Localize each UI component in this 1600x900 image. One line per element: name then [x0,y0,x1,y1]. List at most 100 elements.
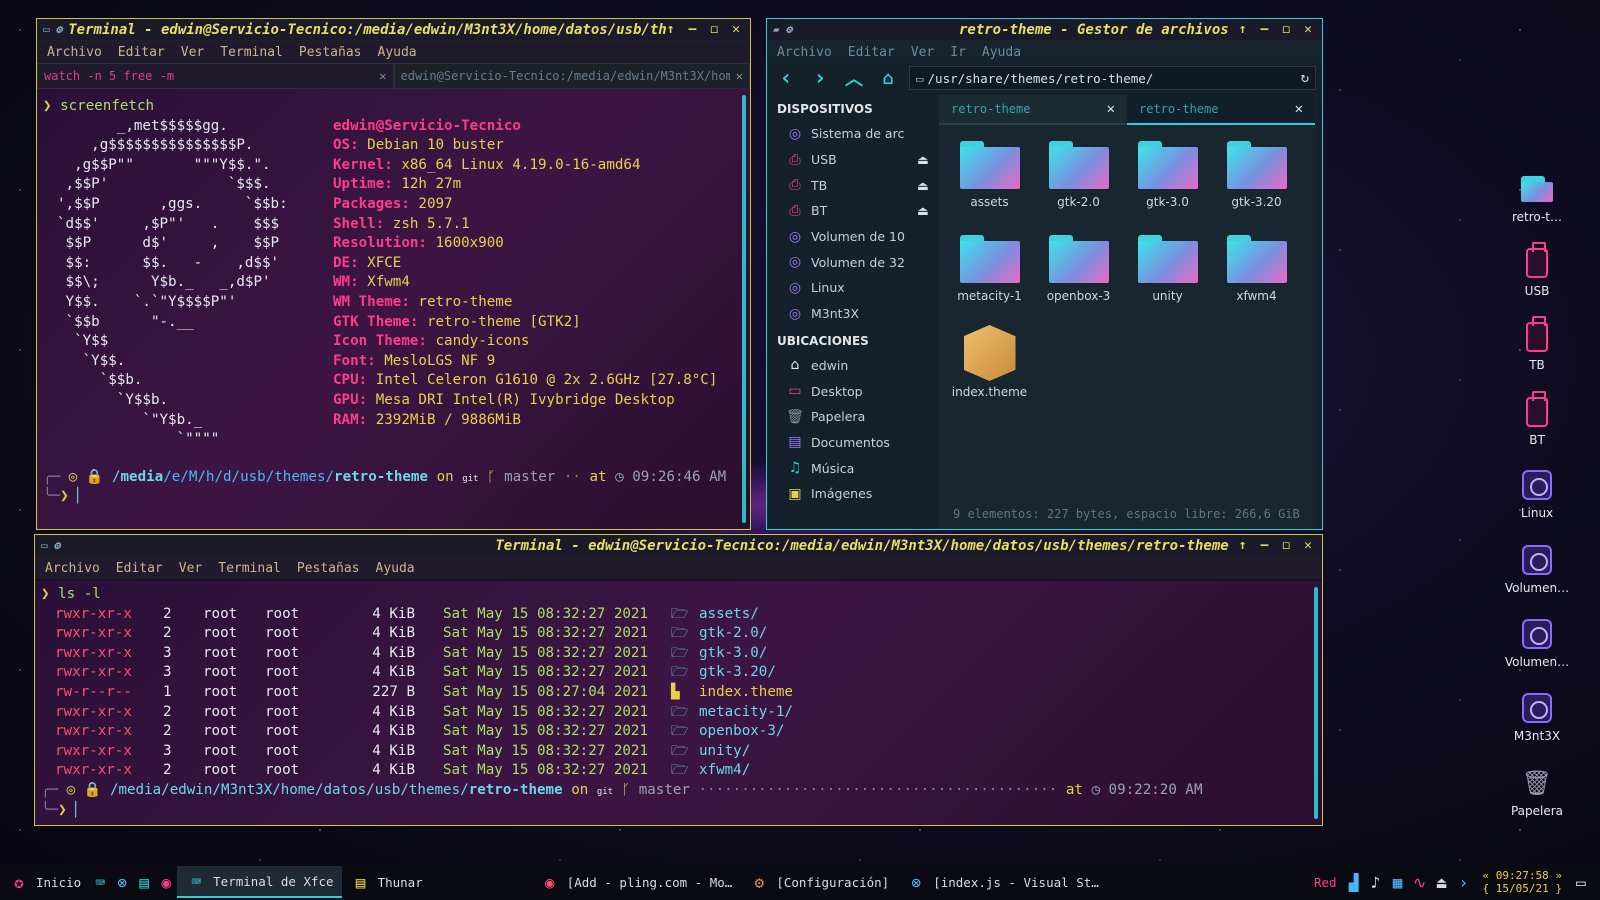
menu-item[interactable]: Ver [911,45,934,60]
menu-item[interactable]: Pestañas [299,45,362,60]
back-icon[interactable]: ‹ [773,66,799,91]
expand-tray-icon[interactable]: › [1453,871,1475,893]
folder-item[interactable]: metacity-1 [945,229,1034,313]
scrollbar[interactable] [742,95,746,523]
maximize-icon[interactable]: ◻ [1282,538,1290,553]
menu-item[interactable]: Archivo [45,561,100,576]
shade-icon[interactable]: ↑ [1239,538,1247,553]
sidebar-device[interactable]: ⎙ USB ⏏ [767,147,935,173]
sidebar-place[interactable]: ▤ Documentos [767,430,935,456]
location-bar[interactable]: ▭/usr/share/themes/retro-theme/ ↻ [909,66,1316,90]
task-button[interactable]: ◉ [Add - pling.com - Mo… [531,866,741,898]
minimize-icon[interactable]: — [1261,22,1269,37]
desktop-icon-item[interactable]: Volumen… [1498,617,1576,669]
folder-item[interactable]: unity [1123,229,1212,313]
window-menu-icon[interactable]: ⚙ [54,539,61,552]
shade-icon[interactable]: ↑ [667,22,675,37]
menu-item[interactable]: Editar [118,45,165,60]
vscode-launcher-icon[interactable]: ⊗ [111,871,133,893]
sidebar-place[interactable]: ▭ Desktop [767,378,935,404]
close-icon[interactable]: ✕ [732,22,740,37]
task-button[interactable]: ▤ Thunar [342,866,431,898]
volume-icon[interactable]: ♪ [1365,871,1387,893]
file-manager-titlebar[interactable]: ▰ ⚙ retro-theme - Gestor de archivos ↑ — ◻ ✕ [767,19,1322,41]
file-item[interactable]: index.theme [945,323,1034,407]
home-icon[interactable]: ⌂ [875,68,901,89]
terminal-window-bottom[interactable]: ▭ ⚙ Terminal - edwin@Servicio-Tecnico:/me… [34,534,1323,826]
input-line[interactable]: ╰─❯ ▏ [41,801,1316,821]
menu-item[interactable]: Ver [181,45,204,60]
folder-item[interactable]: xfwm4 [1212,229,1301,313]
sidebar-place[interactable]: ▣ Imágenes [767,481,935,507]
input-line[interactable]: ╰─❯ ▏ [43,487,744,507]
task-button[interactable]: ⚙ [Configuración] [740,866,897,898]
menu-item[interactable]: Terminal [220,45,283,60]
shade-icon[interactable]: ↑ [1239,22,1247,37]
menu-item[interactable]: Terminal [218,561,281,576]
files-launcher-icon[interactable]: ▤ [133,871,155,893]
minimize-icon[interactable]: — [1261,538,1269,553]
menu-item[interactable]: Ir [950,45,966,60]
menu-item[interactable]: Ayuda [982,45,1021,60]
window-menu-icon[interactable]: ⚙ [786,23,793,36]
desktop-icon-item[interactable]: BT [1498,391,1576,447]
sidebar-device[interactable]: ◎ Sistema de archi… [767,121,935,147]
menu-item[interactable]: Archivo [777,45,832,60]
network-label[interactable]: Red [1308,875,1343,890]
window-menu-icon[interactable]: ⚙ [56,23,63,36]
file-manager-window[interactable]: ▰ ⚙ retro-theme - Gestor de archivos ↑ — ◻ ✕… [766,18,1323,530]
terminal-titlebar[interactable]: ▭ ⚙ Terminal - edwin@Servicio-Tecnico:/me… [35,535,1322,557]
desktop-icon-item[interactable]: retro-t… [1498,172,1576,224]
file-view[interactable]: retro-theme ✕ retro-theme ✕ assets gtk-2.0 g… [939,95,1316,529]
folder-item[interactable]: gtk-3.0 [1123,135,1212,219]
task-button[interactable]: ⌨ Terminal de Xfce [177,866,342,898]
eject-icon[interactable]: ⏏ [1431,871,1453,893]
up-icon[interactable]: ︿ [841,65,867,91]
desktop-icon-item[interactable]: USB [1498,242,1576,298]
folder-item[interactable]: openbox-3 [1034,229,1123,313]
eject-icon[interactable]: ⏏ [911,178,935,193]
sidebar-device[interactable]: ◎ M3nt3X [767,301,935,327]
sidebar-device[interactable]: ⎙ BT ⏏ [767,198,935,224]
terminal-window-top[interactable]: ▭ ⚙ Terminal - edwin@Servicio-Tecnico:/me… [36,18,751,530]
signal-icon[interactable]: ▟ [1343,871,1365,893]
close-tab-icon[interactable]: ✕ [379,69,386,83]
close-tab-icon[interactable]: ✕ [1107,101,1115,117]
menu-item[interactable]: Pestañas [297,561,360,576]
close-icon[interactable]: ✕ [1304,538,1312,553]
start-menu-button[interactable]: ✪ Inicio [0,866,89,898]
scrollbar[interactable] [1314,587,1318,819]
calendar-icon[interactable]: ▦ [1387,871,1409,893]
menu-item[interactable]: Editar [848,45,895,60]
clock[interactable]: « 09:27:58 »{ 15/05/21 } [1475,869,1570,895]
tab-watch[interactable]: watch -n 5 free -m ✕ [37,63,394,89]
menu-item[interactable]: Editar [116,561,163,576]
terminal-titlebar[interactable]: ▭ ⚙ Terminal - edwin@Servicio-Tecnico:/me… [37,19,750,41]
tab-edwin[interactable]: edwin@Servicio-Tecnico:/media/edwin/M3nt… [393,63,750,89]
sidebar-place[interactable]: ♫ Música [767,455,935,481]
folder-item[interactable]: assets [945,135,1034,219]
sidebar-place[interactable]: ⌂ edwin [767,353,935,379]
eject-icon[interactable]: ⏏ [911,203,935,218]
tab-retro-theme-1[interactable]: retro-theme ✕ [939,95,1127,125]
menu-item[interactable]: Ayuda [378,45,417,60]
firefox-launcher-icon[interactable]: ◉ [155,871,177,893]
sidebar-device[interactable]: ◎ Volumen de 321 GB [767,249,935,275]
desktop-icon-item[interactable]: M3nt3X [1498,691,1576,743]
close-tab-icon[interactable]: ✕ [736,69,743,83]
folder-item[interactable]: gtk-3.20 [1212,135,1301,219]
sidebar-device[interactable]: ◎ Linux [767,275,935,301]
show-desktop-icon[interactable]: ▭ [1570,871,1592,893]
minimize-icon[interactable]: — [689,22,697,37]
sidebar-place[interactable]: 🗑 Papelera [767,404,935,430]
forward-icon[interactable]: › [807,66,833,91]
terminal-output[interactable]: ❯ screenfetch _,met$$$$$gg. ,g$$$$$$$$$$… [37,89,750,529]
activity-icon[interactable]: ∿ [1409,871,1431,893]
menu-item[interactable]: Ver [179,561,202,576]
eject-icon[interactable]: ⏏ [911,152,935,167]
reload-icon[interactable]: ↻ [1301,70,1309,86]
desktop-icon-item[interactable]: Linux [1498,468,1576,520]
maximize-icon[interactable]: ◻ [1282,22,1290,37]
tab-retro-theme-2[interactable]: retro-theme ✕ [1127,95,1315,125]
sidebar-device[interactable]: ◎ Volumen de 107 GB [767,224,935,250]
